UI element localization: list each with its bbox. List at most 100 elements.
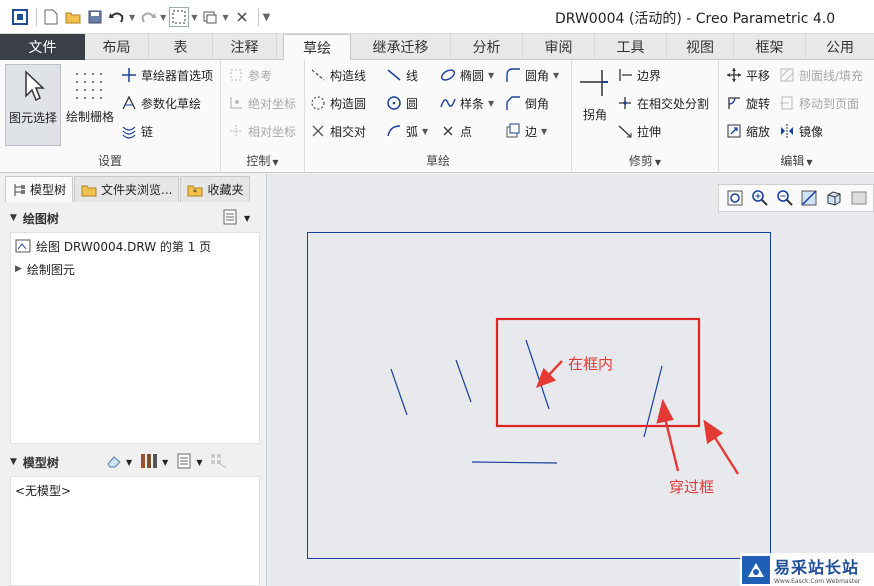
arc-button[interactable]: 弧 ▼	[386, 120, 428, 142]
reference-button[interactable]: 参考	[228, 64, 272, 86]
group-settings-label: 设置	[97, 154, 122, 168]
select-entity-button[interactable]: 图元选择	[5, 64, 61, 146]
hatch-icon	[779, 67, 795, 83]
sketcher-prefs-button[interactable]: 草绘器首选项	[121, 64, 213, 86]
redo-icon[interactable]	[138, 7, 158, 27]
tab-folder-browser[interactable]: 文件夹浏览...	[74, 176, 180, 202]
fillet-button[interactable]: 圆角 ▼	[505, 64, 559, 86]
parametric-sketch-button[interactable]: 参数化草绘	[121, 92, 201, 114]
edge-button[interactable]: 边 ▼	[505, 120, 547, 142]
drawing-sheet-border	[307, 232, 771, 559]
translate-button[interactable]: 平移	[726, 64, 770, 86]
settings-tools-icon[interactable]	[140, 453, 158, 472]
tab-review[interactable]: 审阅	[523, 34, 595, 60]
construction-circle-icon	[310, 95, 326, 111]
scale-label: 缩放	[746, 124, 771, 139]
redo-dropdown-icon[interactable]: ▼	[160, 13, 166, 22]
line-button[interactable]: 线	[386, 64, 418, 86]
sketch-line[interactable]	[455, 359, 472, 403]
sketch-line-horizontal[interactable]	[471, 461, 558, 464]
collapse-triangle-icon[interactable]: ▼	[10, 213, 17, 223]
tree-settings-icon[interactable]	[222, 209, 238, 228]
settings-dropdown-icon[interactable]: ▼	[162, 458, 168, 467]
line-icon	[386, 67, 402, 83]
draw-grid-button[interactable]: 绘制栅格	[63, 68, 117, 146]
scale-button[interactable]: 缩放	[726, 120, 770, 142]
tab-layout[interactable]: 布局	[85, 34, 149, 60]
mirror-button[interactable]: 镜像	[779, 120, 823, 142]
spline-icon	[440, 95, 456, 111]
absolute-coord-icon	[228, 95, 244, 111]
folder-icon	[81, 183, 97, 197]
tab-favorites[interactable]: * 收藏夹	[180, 176, 251, 202]
chamfer-button[interactable]: 倒角	[505, 92, 549, 114]
annotation-crossing-box: 穿过框	[669, 479, 714, 496]
boundary-button[interactable]: 边界	[617, 64, 661, 86]
tab-analysis[interactable]: 分析	[451, 34, 523, 60]
window-title: DRW0004 (活动的) - Creo Parametric 4.0	[555, 11, 836, 27]
select-entity-label: 图元选择	[8, 111, 57, 125]
tab-annotate[interactable]: 注释	[213, 34, 277, 60]
regenerate-icon[interactable]	[200, 7, 220, 27]
tab-model-tree[interactable]: 模型树	[5, 176, 74, 202]
intersect-pair-button[interactable]: 相交对	[310, 120, 366, 142]
save-icon[interactable]	[85, 7, 105, 27]
customize-toolbar-icon[interactable]: ▼	[263, 12, 271, 23]
chain-button[interactable]: 链	[121, 120, 153, 142]
parametric-sketch-icon	[121, 95, 137, 111]
select-dropdown-icon[interactable]: ▼	[191, 13, 197, 22]
tab-common[interactable]: 公用	[806, 34, 874, 60]
graphics-canvas[interactable]: 在框内 穿过框	[268, 174, 874, 586]
select-box-icon[interactable]	[169, 7, 190, 27]
hatch-fill-button[interactable]: 剖面线/填充	[779, 64, 863, 86]
tab-frame[interactable]: 框架	[734, 34, 806, 60]
rotate-button[interactable]: 旋转	[726, 92, 770, 114]
tree-settings-dropdown-icon[interactable]: ▼	[244, 214, 250, 223]
corner-icon	[578, 66, 612, 100]
undo-dropdown-icon[interactable]: ▼	[129, 13, 135, 22]
tab-legacy-migration[interactable]: 继承迁移	[351, 34, 451, 60]
stretch-button[interactable]: 拉伸	[617, 120, 661, 142]
intersect-icon	[310, 123, 326, 139]
translate-label: 平移	[746, 68, 771, 83]
tree-columns-dropdown-icon[interactable]: ▼	[196, 458, 202, 467]
model-tree: <无模型>	[10, 476, 260, 586]
move-to-page-button[interactable]: 移动到页面	[779, 92, 859, 114]
tab-view[interactable]: 视图	[667, 34, 734, 60]
filter-disabled-icon[interactable]	[210, 453, 228, 472]
construction-line-button[interactable]: 构造线	[310, 64, 366, 86]
tab-table[interactable]: 表	[149, 34, 213, 60]
tree-columns-icon[interactable]	[176, 453, 192, 472]
ellipse-button[interactable]: 椭圆 ▼	[440, 64, 494, 86]
tree-item-drawing-sheet[interactable]: 绘图 DRW0004.DRW 的第 1 页	[15, 236, 211, 256]
tab-tools[interactable]: 工具	[595, 34, 667, 60]
expand-triangle-icon[interactable]: ▶	[15, 264, 22, 274]
sketch-line[interactable]	[390, 368, 408, 416]
tab-sketch[interactable]: 草绘	[283, 34, 351, 61]
group-edit-label[interactable]: 编辑 ▼	[719, 152, 874, 169]
collapse-triangle-icon[interactable]: ▼	[10, 457, 17, 467]
spline-button[interactable]: 样条 ▼	[440, 92, 494, 114]
relative-coord-button[interactable]: 相对坐标	[228, 120, 296, 142]
divide-at-intersection-button[interactable]: 在相交处分割	[617, 92, 709, 114]
regenerate-dropdown-icon[interactable]: ▼	[222, 13, 228, 22]
tab-file[interactable]: 文件	[0, 34, 85, 60]
show-eraser-icon[interactable]	[106, 454, 122, 471]
mirror-icon	[779, 123, 795, 139]
tree-item-draft-entities[interactable]: ▶ 绘制图元	[15, 259, 75, 279]
close-window-icon[interactable]	[232, 7, 252, 27]
app-menu-icon[interactable]	[10, 7, 30, 27]
model-tree-icon	[12, 183, 26, 197]
construction-circle-label: 构造圆	[330, 96, 367, 111]
undo-icon[interactable]	[107, 7, 127, 27]
group-trim-label[interactable]: 修剪 ▼	[572, 152, 718, 169]
group-control-label[interactable]: 控制 ▼	[221, 152, 304, 169]
show-dropdown-icon[interactable]: ▼	[126, 458, 132, 467]
point-button[interactable]: 点	[440, 120, 472, 142]
corner-button[interactable]: 拐角	[577, 66, 613, 146]
new-file-icon[interactable]	[41, 7, 61, 27]
open-folder-icon[interactable]	[63, 7, 83, 27]
absolute-coord-button[interactable]: 绝对坐标	[228, 92, 296, 114]
circle-button[interactable]: 圆	[386, 92, 418, 114]
construction-circle-button[interactable]: 构造圆	[310, 92, 366, 114]
